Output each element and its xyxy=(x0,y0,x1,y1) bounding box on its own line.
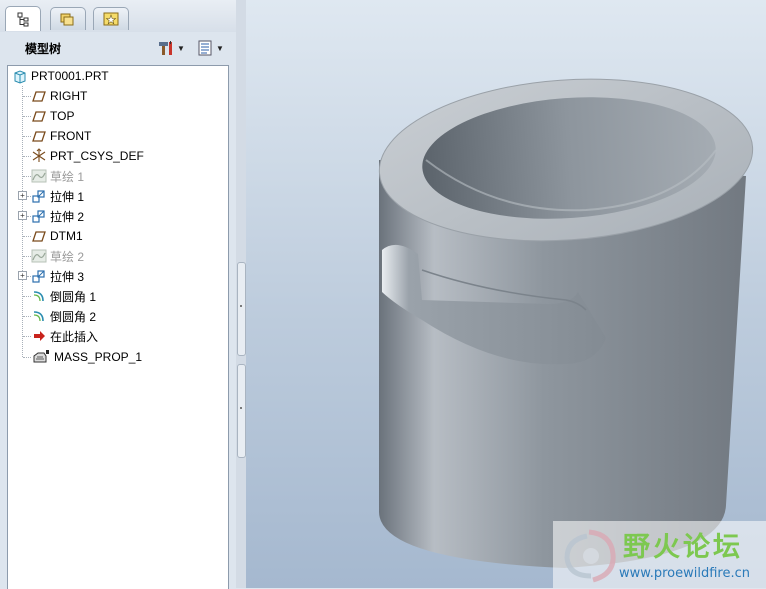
tree-item-label: 草绘 1 xyxy=(50,169,85,184)
navigator-tab-strip xyxy=(0,0,238,32)
tree-branch xyxy=(23,156,31,157)
datum-plane-icon xyxy=(32,91,46,102)
tree-item-label: RIGHT xyxy=(50,89,88,103)
tree-item-label: FRONT xyxy=(50,129,92,143)
tree-item-extrude-2[interactable]: 拉伸 2 xyxy=(31,206,84,226)
settings-button[interactable]: ▼ xyxy=(157,39,185,57)
tree-branch xyxy=(23,357,31,358)
expand-toggle[interactable]: + xyxy=(18,271,27,280)
tree-branch xyxy=(23,336,31,337)
tree-item-label: PRT_CSYS_DEF xyxy=(50,149,144,163)
favorites-tab-icon xyxy=(103,12,119,26)
tree-item-right[interactable]: RIGHT xyxy=(31,86,87,106)
tree-branch xyxy=(23,236,31,237)
splitter-grip-upper[interactable] xyxy=(237,262,246,356)
tab-folder-browser[interactable] xyxy=(50,7,86,30)
tree-root-item[interactable]: PRT0001.PRT xyxy=(12,66,109,86)
navigator-panel: 模型树 ▼ ▼ PRT0001.PRT RIGHT TOP FRONT PRT_… xyxy=(0,0,238,589)
tree-item-front[interactable]: FRONT xyxy=(31,126,91,146)
part-model-render[interactable] xyxy=(246,0,766,588)
splitter-grip-lower[interactable] xyxy=(237,364,246,458)
tab-model-tree[interactable] xyxy=(5,6,41,31)
tree-branch xyxy=(23,256,31,257)
tree-branch xyxy=(23,296,31,297)
tree-branch xyxy=(23,116,31,117)
tree-item-label: 拉伸 2 xyxy=(50,209,85,224)
expand-toggle[interactable]: + xyxy=(18,211,27,220)
tree-item-round-2[interactable]: 倒圆角 2 xyxy=(31,306,96,326)
show-button[interactable]: ▼ xyxy=(196,39,224,57)
tree-item-label: 倒圆角 1 xyxy=(50,289,97,304)
model-tree-tab-icon xyxy=(17,12,29,27)
tree-item-label: 在此插入 xyxy=(50,329,99,344)
settings-dropdown-arrow[interactable]: ▼ xyxy=(177,44,185,53)
tree-item-label: 拉伸 3 xyxy=(50,269,85,284)
tree-branch xyxy=(23,96,31,97)
tree-item-sketch-1[interactable]: 草绘 1 xyxy=(31,166,84,186)
part-icon xyxy=(14,70,26,84)
model-tree-title: 模型树 xyxy=(25,41,62,56)
coordinate-system-icon xyxy=(32,148,46,162)
tree-item-dtm1[interactable]: DTM1 xyxy=(31,226,83,246)
show-dropdown-arrow[interactable]: ▼ xyxy=(216,44,224,53)
tree-item-top[interactable]: TOP xyxy=(31,106,74,126)
sketch-icon xyxy=(31,249,47,263)
sketch-icon xyxy=(31,169,47,183)
tree-item-round-1[interactable]: 倒圆角 1 xyxy=(31,286,96,306)
watermark-title: 野火论坛 xyxy=(623,532,743,563)
model-tree-header: 模型树 ▼ ▼ xyxy=(0,34,238,62)
round-icon xyxy=(33,291,44,302)
tree-item-label: DTM1 xyxy=(50,229,83,243)
panel-splitter[interactable] xyxy=(236,0,246,588)
extrude-icon xyxy=(32,270,45,283)
extrude-icon xyxy=(32,210,45,223)
tree-item-extrude-3[interactable]: 拉伸 3 xyxy=(31,266,84,286)
tree-item-insert-here[interactable]: 在此插入 xyxy=(31,326,98,346)
datum-plane-icon xyxy=(32,131,46,142)
tree-item-sketch-2[interactable]: 草绘 2 xyxy=(31,246,84,266)
insert-here-arrow-icon xyxy=(34,331,45,341)
tree-branch xyxy=(23,176,31,177)
settings-tools-icon xyxy=(159,41,172,55)
show-list-icon xyxy=(198,40,212,56)
tree-item-label: MASS_PROP_1 xyxy=(54,350,143,364)
tree-root-label: PRT0001.PRT xyxy=(31,69,109,83)
tree-item-mass-prop[interactable]: MASS_PROP_1 xyxy=(31,347,142,367)
expand-toggle[interactable]: + xyxy=(18,191,27,200)
folder-browser-tab-icon xyxy=(60,13,74,26)
tree-item-label: 拉伸 1 xyxy=(50,189,85,204)
tree-item-csys[interactable]: PRT_CSYS_DEF xyxy=(31,146,144,166)
graphics-window[interactable]: 野火论坛 www.proewildfire.cn xyxy=(246,0,766,588)
swirl-logo-icon xyxy=(564,529,616,583)
model-tree[interactable]: PRT0001.PRT RIGHT TOP FRONT PRT_CSYS_DEF xyxy=(7,65,229,589)
tab-favorites[interactable] xyxy=(93,7,129,30)
tree-item-label: 草绘 2 xyxy=(50,249,85,264)
watermark-url: www.proewildfire.cn xyxy=(619,566,750,581)
forum-watermark: 野火论坛 www.proewildfire.cn xyxy=(553,521,766,588)
round-icon xyxy=(33,311,44,322)
extrude-icon xyxy=(32,190,45,203)
tree-item-label: TOP xyxy=(50,109,75,123)
datum-plane-icon xyxy=(32,111,46,122)
analysis-feature-icon xyxy=(33,350,49,363)
datum-plane-icon xyxy=(32,231,46,242)
tree-branch xyxy=(23,316,31,317)
tree-item-extrude-1[interactable]: 拉伸 1 xyxy=(31,186,84,206)
tree-branch xyxy=(23,136,31,137)
tree-item-label: 倒圆角 2 xyxy=(50,309,97,324)
